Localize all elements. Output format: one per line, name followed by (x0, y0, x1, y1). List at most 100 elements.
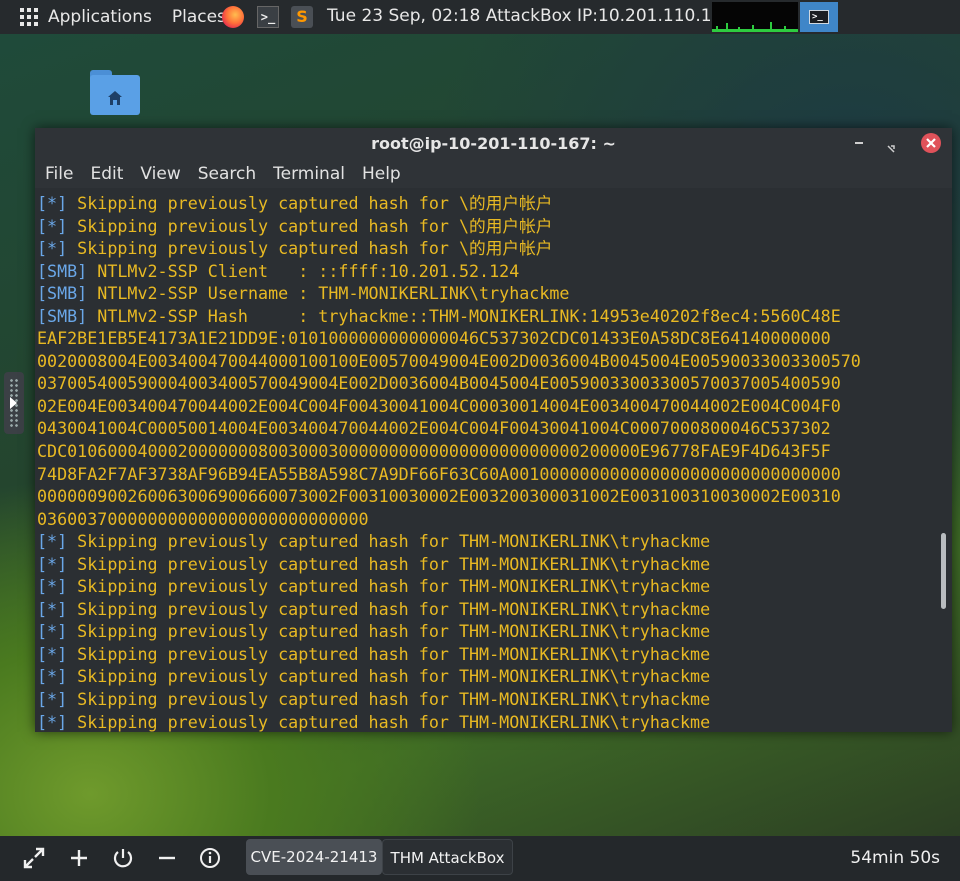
line-text: NTLMv2-SSP Client : ::ffff:10.201.52.124 (87, 260, 520, 281)
line-text: Skipping previously captured hash for TH… (67, 666, 711, 687)
bottom-bar: CVE-2024-21413 THM AttackBox 54min 50s (0, 836, 960, 881)
menu-file[interactable]: File (45, 164, 80, 184)
fullscreen-icon[interactable] (22, 846, 46, 870)
terminal-line: [*] Skipping previously captured hash fo… (37, 688, 935, 711)
close-icon (926, 138, 936, 148)
apps-grid-icon[interactable] (20, 8, 38, 26)
terminal-line: [SMB] NTLMv2-SSP Username : THM-MONIKERL… (37, 282, 935, 305)
line-text: 036003700000000000000000000000000 (37, 508, 369, 529)
minimize-icon (855, 142, 863, 144)
tab-thm-attackbox[interactable]: THM AttackBox (382, 839, 513, 875)
line-tag: [SMB] (37, 305, 88, 326)
terminal-scrollbar[interactable] (935, 188, 952, 732)
window-titlebar[interactable]: root@ip-10-201-110-167: ~ (35, 128, 952, 160)
window-title: root@ip-10-201-110-167: ~ (371, 134, 616, 153)
terminal-line: 02E004E003400470044002E004C004F004300410… (37, 395, 935, 418)
menu-terminal[interactable]: Terminal (273, 164, 352, 184)
line-text: 037005400590004003400570049004E002D00360… (37, 373, 841, 394)
line-text: Skipping previously captured hash for \的… (67, 215, 553, 236)
terminal-launcher-icon[interactable]: >_ (257, 6, 279, 28)
line-text: Skipping previously captured hash for TH… (67, 689, 711, 710)
firefox-icon[interactable] (222, 6, 244, 28)
line-text: 02E004E003400470044002E004C004F004300410… (37, 395, 841, 416)
terminal-line: [*] Skipping previously captured hash fo… (37, 530, 935, 553)
line-tag: [*] (37, 598, 68, 619)
line-text: 0020008004E003400470044000100100E0057004… (37, 350, 861, 371)
terminal-line: [*] Skipping previously captured hash fo… (37, 192, 935, 215)
terminal-line: [*] Skipping previously captured hash fo… (37, 620, 935, 643)
maximize-icon (887, 145, 895, 153)
line-text: NTLMv2-SSP Username : THM-MONIKERLINK\tr… (87, 283, 570, 304)
line-tag: [*] (37, 238, 68, 259)
terminal-line: [SMB] NTLMv2-SSP Hash : tryhackme::THM-M… (37, 305, 935, 328)
terminal-line: [*] Skipping previously captured hash fo… (37, 711, 935, 732)
menu-view[interactable]: View (140, 164, 187, 184)
terminal-line: 74D8FA2F7AF3738AF96B94EA55B8A598C7A9DF66… (37, 463, 935, 486)
terminal-line: [SMB] NTLMv2-SSP Client : ::ffff:10.201.… (37, 260, 935, 283)
line-text: NTLMv2-SSP Hash : tryhackme::THM-MONIKER… (87, 305, 841, 326)
line-text: 74D8FA2F7AF3738AF96B94EA55B8A598C7A9DF66… (37, 463, 841, 484)
menu-help[interactable]: Help (362, 164, 408, 184)
maximize-button[interactable] (887, 138, 895, 153)
line-tag: [*] (37, 215, 68, 236)
terminal-line: EAF2BE1EB5E4173A1E21DD9E:010100000000000… (37, 327, 935, 350)
line-tag: [*] (37, 711, 68, 732)
line-tag: [SMB] (37, 260, 88, 281)
top-panel: Applications Places >_ S Tue 23 Sep, 02:… (0, 0, 960, 34)
menu-edit[interactable]: Edit (90, 164, 130, 184)
attackbox-ip: AttackBox IP:10.201.110.167 (485, 6, 734, 26)
clock-and-ip: Tue 23 Sep, 02:18 AttackBox IP:10.201.11… (327, 6, 733, 26)
terminal-line: [*] Skipping previously captured hash fo… (37, 553, 935, 576)
line-text: Skipping previously captured hash for TH… (67, 576, 711, 597)
tab-cve-2024-21413[interactable]: CVE-2024-21413 (246, 839, 382, 875)
sublime-text-icon[interactable]: S (291, 6, 313, 28)
terminal-line: [*] Skipping previously captured hash fo… (37, 575, 935, 598)
info-icon[interactable] (198, 846, 222, 870)
terminal-line: 0430041004C00050014004E003400470044002E0… (37, 417, 935, 440)
taskbar-terminal-button[interactable]: >_ (800, 2, 838, 32)
add-icon[interactable] (67, 846, 91, 870)
cpu-monitor-graph (712, 2, 798, 32)
scrollbar-thumb[interactable] (941, 533, 946, 609)
line-tag: [*] (37, 553, 68, 574)
terminal-line: [*] Skipping previously captured hash fo… (37, 665, 935, 688)
terminal-lines: [*] Skipping previously captured hash fo… (35, 188, 935, 732)
minimize-panel-icon[interactable] (155, 846, 179, 870)
terminal-window: root@ip-10-201-110-167: ~ File Edit View… (35, 128, 952, 732)
line-text: Skipping previously captured hash for TH… (67, 711, 711, 732)
clock: Tue 23 Sep, 02:18 (327, 6, 481, 26)
terminal-output[interactable]: [*] Skipping previously captured hash fo… (35, 188, 935, 732)
line-tag: [*] (37, 576, 68, 597)
line-tag: [*] (37, 193, 68, 213)
minimize-button[interactable] (852, 136, 866, 150)
power-icon[interactable] (111, 846, 135, 870)
line-text: 000000900260063006900660073002F003100300… (37, 486, 841, 507)
line-text: Skipping previously captured hash for \的… (67, 238, 553, 259)
terminal-line: CDC0106000400020000000800300030000000000… (37, 440, 935, 463)
places-menu[interactable]: Places (172, 7, 226, 27)
terminal-line: 000000900260063006900660073002F003100300… (37, 485, 935, 508)
line-tag: [*] (37, 643, 68, 664)
terminal-line: [*] Skipping previously captured hash fo… (37, 598, 935, 621)
terminal-line: 037005400590004003400570049004E002D00360… (37, 372, 935, 395)
applications-menu[interactable]: Applications (48, 7, 152, 27)
home-folder-icon[interactable] (90, 70, 140, 116)
expand-arrow-icon (10, 397, 17, 409)
close-button[interactable] (921, 133, 941, 153)
line-tag: [*] (37, 666, 68, 687)
terminal-menubar: File Edit View Search Terminal Help (35, 160, 952, 188)
line-tag: [*] (37, 621, 68, 642)
side-dock-handle[interactable] (4, 372, 24, 434)
terminal-line: [*] Skipping previously captured hash fo… (37, 643, 935, 666)
line-tag: [*] (37, 531, 68, 552)
terminal-line: [*] Skipping previously captured hash fo… (37, 215, 935, 238)
terminal-line: 0020008004E003400470044000100100E0057004… (37, 350, 935, 373)
line-text: 0430041004C00050014004E003400470044002E0… (37, 418, 831, 439)
session-timer: 54min 50s (850, 848, 940, 868)
terminal-line: [*] Skipping previously captured hash fo… (37, 237, 935, 260)
line-text: Skipping previously captured hash for TH… (67, 598, 711, 619)
terminal-icon: >_ (809, 10, 829, 24)
line-text: EAF2BE1EB5E4173A1E21DD9E:010100000000000… (37, 328, 831, 349)
menu-search[interactable]: Search (198, 164, 263, 184)
house-icon (108, 91, 122, 105)
